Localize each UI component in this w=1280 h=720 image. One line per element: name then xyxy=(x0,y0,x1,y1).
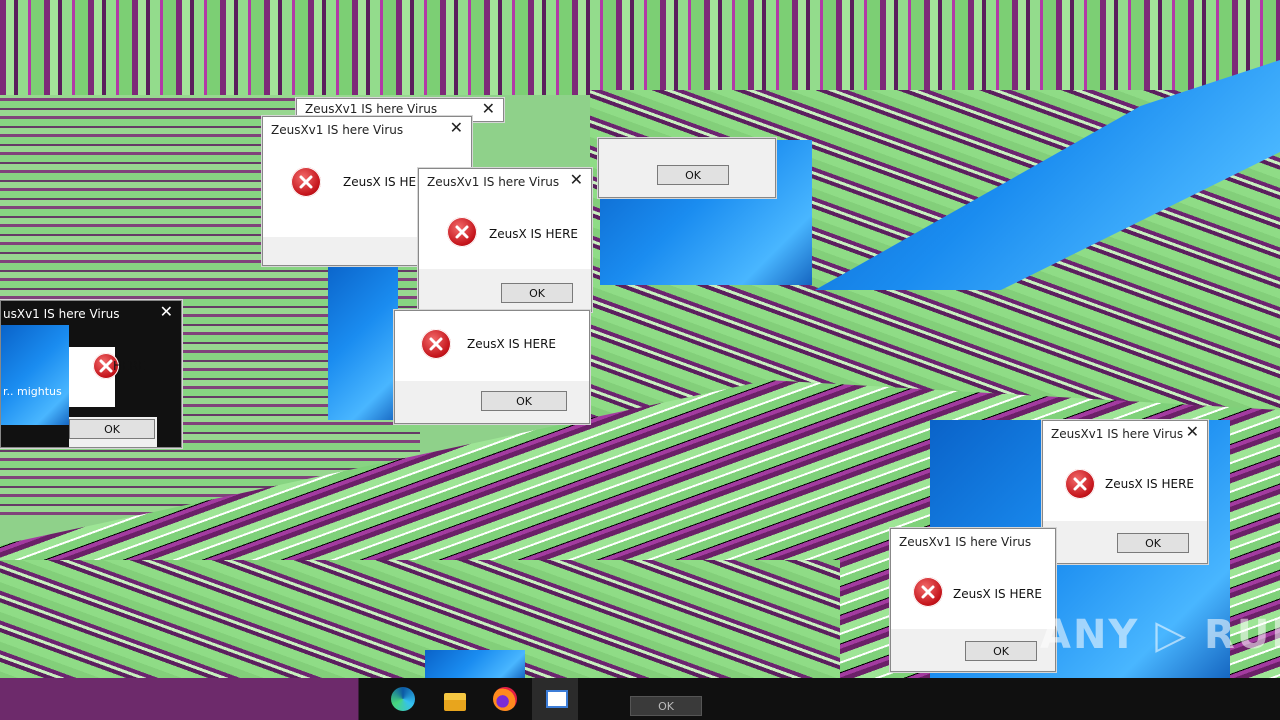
error-dialog: ZeusXv1 IS here Virus ✕ ZeusX IS HERE OK xyxy=(1042,420,1208,564)
close-icon[interactable]: ✕ xyxy=(570,172,583,188)
edge-icon[interactable] xyxy=(388,684,418,714)
close-icon[interactable]: ✕ xyxy=(160,304,173,320)
win-wallpaper-fragment xyxy=(328,260,398,420)
ok-button[interactable]: OK xyxy=(69,419,155,439)
file-explorer-icon[interactable] xyxy=(440,684,470,714)
ok-button[interactable]: OK xyxy=(657,165,729,185)
dialog-title: ZeusXv1 IS here Virus xyxy=(899,535,1032,549)
dialog-title: ZeusXv1 IS here Virus xyxy=(427,175,560,189)
close-icon[interactable]: ✕ xyxy=(482,101,495,117)
close-icon[interactable]: ✕ xyxy=(450,120,463,136)
app-window-icon[interactable] xyxy=(542,684,572,714)
desktop: ZeusXv1 IS here Virus ✕ OK ZeusXv1 IS he… xyxy=(0,0,1280,720)
error-dialog: ZeusXv1 IS here Virus ZeusX IS HERE OK xyxy=(890,528,1056,672)
dialog-title: ZeusXv1 IS here Virus xyxy=(271,123,404,137)
error-icon xyxy=(421,329,451,359)
dialog-title: ZeusXv1 IS here Virus xyxy=(305,102,438,116)
firefox-icon[interactable] xyxy=(490,684,520,714)
error-icon xyxy=(447,217,477,247)
watermark: ANY ▷ RUN xyxy=(1040,612,1280,658)
ok-button[interactable]: OK xyxy=(481,391,567,411)
ok-button[interactable]: OK xyxy=(630,696,702,716)
error-icon xyxy=(913,577,943,607)
desktop-icon-label: r.. mightus xyxy=(3,385,62,398)
error-icon xyxy=(291,167,321,197)
error-dialog: ZeusXv1 IS here Virus ✕ ZeusX IS HERE OK xyxy=(418,168,592,312)
ghost-dialog: OK xyxy=(598,138,776,198)
ok-button[interactable]: OK xyxy=(965,641,1037,661)
dialog-message: ZeusX IS HERE xyxy=(489,227,578,241)
error-dialog: ZeusX IS HERE OK xyxy=(394,310,590,424)
dialog-title: usXv1 IS here Virus xyxy=(3,307,120,321)
glitch-stripes-top xyxy=(0,0,1280,95)
error-icon xyxy=(1065,469,1095,499)
ok-button[interactable]: OK xyxy=(501,283,573,303)
glitch-diagonal-low xyxy=(0,560,840,680)
dialog-message: HERE xyxy=(113,359,146,373)
dialog-message: ZeusX IS HERE xyxy=(953,587,1042,601)
win-wallpaper-fragment xyxy=(1,325,69,425)
close-icon[interactable]: ✕ xyxy=(1186,424,1199,440)
ok-button[interactable]: OK xyxy=(1117,533,1189,553)
dialog-message: ZeusX IS HERE xyxy=(467,337,556,351)
error-dialog: usXv1 IS here Virus ✕ r.. mightus HERE O… xyxy=(0,300,182,448)
dialog-message: ZeusX IS HERE xyxy=(1105,477,1194,491)
win-wallpaper-fragment xyxy=(425,650,525,678)
dialog-title: ZeusXv1 IS here Virus xyxy=(1051,427,1184,441)
